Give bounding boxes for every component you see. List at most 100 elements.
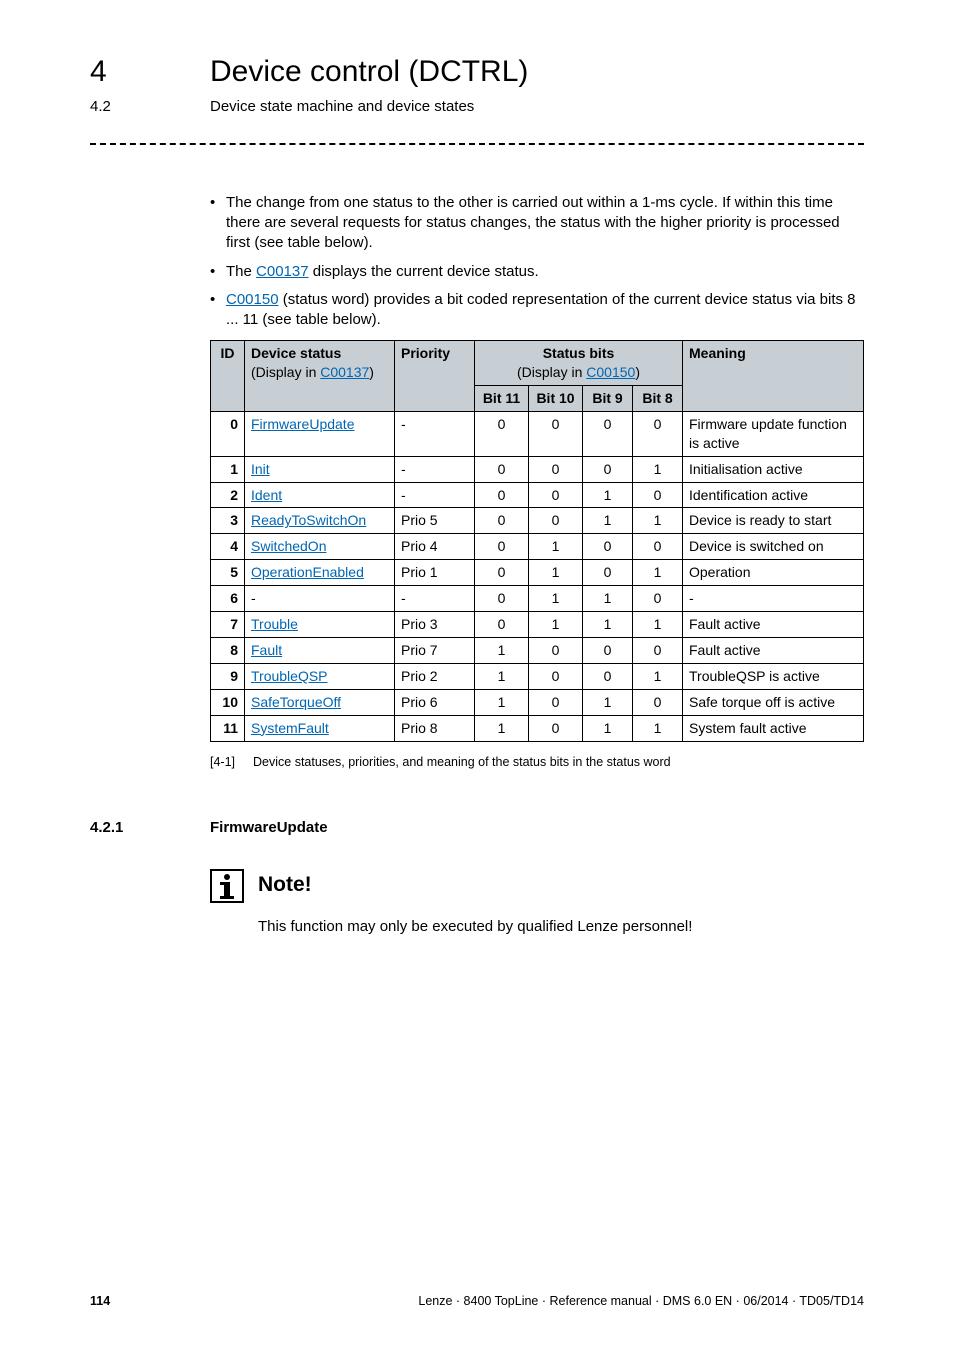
table-row: 6--0110- [211, 586, 864, 612]
cell-meaning: Identification active [683, 482, 864, 508]
table-row: 3ReadyToSwitchOnPrio 50011Device is read… [211, 508, 864, 534]
table-row: 9TroubleQSPPrio 21001TroubleQSP is activ… [211, 663, 864, 689]
status-link[interactable]: SwitchedOn [251, 538, 326, 554]
cell-meaning: Fault active [683, 637, 864, 663]
footer-meta: Lenze · 8400 TopLine · Reference manual … [418, 1293, 864, 1310]
status-link[interactable]: Trouble [251, 616, 298, 632]
cell-bit: 1 [583, 612, 633, 638]
cell-bit: 0 [475, 534, 529, 560]
col-bit10: Bit 10 [529, 386, 583, 412]
bullet-text: The [226, 263, 256, 280]
cell-status: TroubleQSP [245, 663, 395, 689]
cell-bit: 1 [583, 715, 633, 741]
cell-priority: Prio 3 [395, 612, 475, 638]
table-caption: [4-1] Device statuses, priorities, and m… [210, 754, 864, 771]
cell-meaning: Operation [683, 560, 864, 586]
page-number: 114 [90, 1293, 110, 1310]
cell-meaning: - [683, 586, 864, 612]
cell-id: 3 [211, 508, 245, 534]
code-link[interactable]: C00150 [586, 364, 635, 380]
code-link[interactable]: C00137 [320, 364, 369, 380]
col-bit11: Bit 11 [475, 386, 529, 412]
cell-bit: 0 [633, 637, 683, 663]
col-device-status-label: Device status [251, 345, 341, 361]
code-link[interactable]: C00137 [256, 263, 309, 280]
status-link[interactable]: OperationEnabled [251, 564, 364, 580]
cell-bit: 0 [475, 560, 529, 586]
status-link[interactable]: SystemFault [251, 720, 329, 736]
status-link[interactable]: TroubleQSP [251, 668, 328, 684]
cell-bit: 0 [583, 456, 633, 482]
col-priority: Priority [395, 341, 475, 412]
cell-priority: Prio 6 [395, 689, 475, 715]
col-meaning: Meaning [683, 341, 864, 412]
table-row: 4SwitchedOnPrio 40100Device is switched … [211, 534, 864, 560]
bullet-text: displays the current device status. [309, 263, 539, 280]
cell-meaning: TroubleQSP is active [683, 663, 864, 689]
status-link[interactable]: SafeTorqueOff [251, 694, 341, 710]
list-item: The change from one status to the other … [210, 193, 864, 254]
cell-bit: 0 [529, 456, 583, 482]
cell-id: 6 [211, 586, 245, 612]
list-item: The C00137 displays the current device s… [210, 262, 864, 282]
cell-bit: 1 [633, 715, 683, 741]
cell-status: - [245, 586, 395, 612]
note-text: This function may only be executed by qu… [258, 917, 864, 937]
cell-bit: 1 [475, 637, 529, 663]
table-row: 8FaultPrio 71000Fault active [211, 637, 864, 663]
cell-bit: 0 [633, 534, 683, 560]
cell-bit: 0 [583, 663, 633, 689]
status-link[interactable]: ReadyToSwitchOn [251, 512, 366, 528]
cell-priority: Prio 4 [395, 534, 475, 560]
section-title: Device state machine and device states [210, 97, 474, 117]
table-row: 7TroublePrio 30111Fault active [211, 612, 864, 638]
cell-bit: 0 [529, 411, 583, 456]
cell-status: SwitchedOn [245, 534, 395, 560]
cell-bit: 1 [633, 508, 683, 534]
cell-meaning: Fault active [683, 612, 864, 638]
cell-id: 2 [211, 482, 245, 508]
status-link[interactable]: Fault [251, 642, 282, 658]
col-display-post: ) [635, 364, 640, 380]
list-item: C00150 (status word) provides a bit code… [210, 290, 864, 331]
cell-bit: 1 [633, 456, 683, 482]
cell-meaning: Initialisation active [683, 456, 864, 482]
cell-bit: 1 [633, 663, 683, 689]
status-link[interactable]: Init [251, 461, 270, 477]
cell-bit: 0 [529, 508, 583, 534]
cell-priority: Prio 1 [395, 560, 475, 586]
cell-meaning: Safe torque off is active [683, 689, 864, 715]
table-row: 10SafeTorqueOffPrio 61010Safe torque off… [211, 689, 864, 715]
cell-bit: 0 [633, 689, 683, 715]
cell-priority: Prio 2 [395, 663, 475, 689]
code-link[interactable]: C00150 [226, 291, 279, 308]
cell-bit: 1 [583, 586, 633, 612]
cell-meaning: Firmware update function is active [683, 411, 864, 456]
page-footer: 114 Lenze · 8400 TopLine · Reference man… [90, 1293, 864, 1310]
cell-bit: 0 [633, 586, 683, 612]
table-row: 0FirmwareUpdate-0000Firmware update func… [211, 411, 864, 456]
cell-status: OperationEnabled [245, 560, 395, 586]
subsection-title: FirmwareUpdate [210, 818, 328, 838]
cell-bit: 1 [475, 663, 529, 689]
divider [90, 143, 864, 145]
cell-id: 10 [211, 689, 245, 715]
section-number: 4.2 [90, 97, 210, 117]
col-display-pre: (Display in [251, 364, 320, 380]
cell-bit: 0 [633, 482, 683, 508]
cell-id: 5 [211, 560, 245, 586]
cell-id: 9 [211, 663, 245, 689]
cell-bit: 0 [475, 586, 529, 612]
cell-bit: 0 [633, 411, 683, 456]
cell-bit: 1 [633, 612, 683, 638]
cell-bit: 0 [475, 508, 529, 534]
cell-bit: 1 [633, 560, 683, 586]
note-label: Note! [258, 871, 312, 899]
col-display-pre: (Display in [517, 364, 586, 380]
status-link[interactable]: FirmwareUpdate [251, 416, 354, 432]
cell-bit: 0 [475, 612, 529, 638]
cell-meaning: System fault active [683, 715, 864, 741]
status-link[interactable]: Ident [251, 487, 282, 503]
cell-priority: Prio 8 [395, 715, 475, 741]
col-display-post: ) [369, 364, 374, 380]
